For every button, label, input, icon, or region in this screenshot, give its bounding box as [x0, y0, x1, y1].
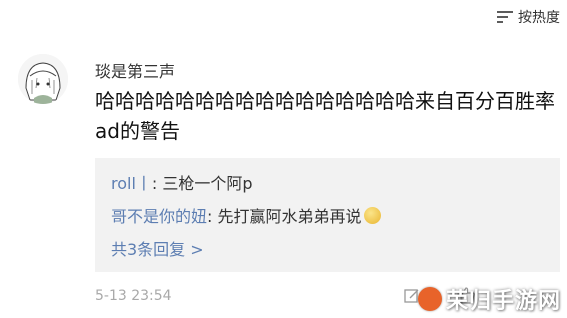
- sort-label: 按热度: [518, 10, 560, 26]
- watermark-text: 荣归手游网: [445, 289, 561, 314]
- thinking-emoji-icon: [363, 207, 381, 224]
- reply-author[interactable]: 哥不是你的妞: [111, 207, 207, 226]
- sort-by-hot-button[interactable]: 按热度: [497, 7, 560, 27]
- reply-item[interactable]: roll丨: 三枪一个阿p: [111, 170, 253, 194]
- username[interactable]: 琰是第三声: [95, 58, 175, 82]
- comment-timestamp: 5-13 23:54: [95, 288, 172, 304]
- avatar[interactable]: [18, 54, 68, 104]
- reply-text: : 先打赢阿水弟弟再说: [207, 207, 362, 226]
- comment-page: 按热度 琰是第三声 哈哈哈哈哈哈哈哈哈哈哈哈哈哈哈哈来自百分百胜率ad的警告 r…: [0, 0, 567, 318]
- reply-box[interactable]: roll丨: 三枪一个阿p 哥不是你的妞: 先打赢阿水弟弟再说 共3条回复 >: [95, 158, 560, 272]
- sort-icon: [497, 11, 513, 23]
- comment-text: 哈哈哈哈哈哈哈哈哈哈哈哈哈哈哈哈来自百分百胜率ad的警告: [95, 89, 555, 143]
- view-all-replies-link[interactable]: 共3条回复 >: [111, 236, 204, 260]
- reply-author[interactable]: roll丨: [111, 174, 152, 193]
- reply-item[interactable]: 哥不是你的妞: 先打赢阿水弟弟再说: [111, 203, 381, 227]
- reply-text: : 三枪一个阿p: [151, 174, 253, 193]
- watermark-logo-icon: [417, 287, 442, 311]
- watermark: 荣归手游网: [417, 283, 561, 315]
